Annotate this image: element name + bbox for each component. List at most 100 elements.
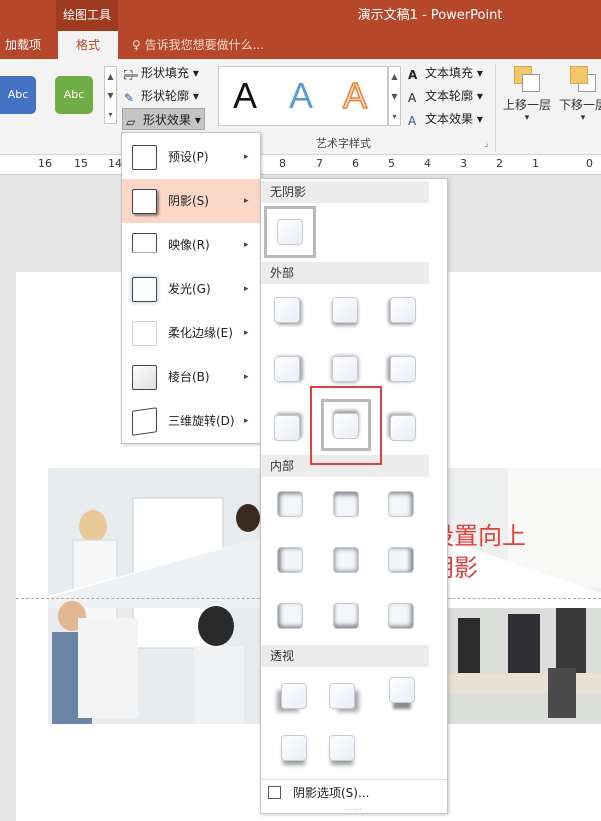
group-divider [495,64,496,152]
menu-item-3d-rotation[interactable]: 三维旋转(D) ▸ [122,399,260,443]
submenu-arrow-icon: ▸ [244,240,249,250]
shape-outline-button[interactable]: ✎ 形状轮廓 ▾ [124,85,199,107]
shape-fill-button[interactable]: ⛶ 形状填充 ▾ [124,62,199,84]
no-shadow-option[interactable] [264,206,316,258]
perspective-shadow-3[interactable] [389,677,415,703]
text-fill-button[interactable]: A 文本填充 ▾ [408,62,483,84]
submenu-arrow-icon: ▸ [244,372,249,382]
tab-format[interactable]: 格式 [58,31,118,59]
inner-shadow-9[interactable] [388,603,414,629]
perspective-shadow-5[interactable] [329,735,355,761]
preset-icon [132,145,157,170]
outer-shadow-5[interactable] [332,356,358,382]
ruler-number: 14 [108,157,122,170]
outer-shadow-3[interactable] [390,297,416,323]
pen-icon: ✎ [124,91,135,105]
shape-effects-menu: 预设(P) ▸ 阴影(S) ▸ 映像(R) ▸ 发光(G) ▸ 柔化边缘(E) … [121,132,261,444]
menu-item-label: 预设(P) [168,150,209,164]
shape-fill-label: 形状填充 [141,66,190,80]
menu-item-shadow[interactable]: 阴影(S) ▸ [122,179,260,223]
perspective-shadow-1[interactable] [281,683,307,709]
slide-photo-right[interactable] [448,468,601,724]
ruler-number: 6 [352,157,359,170]
ruler-number: 4 [424,157,431,170]
expand-icon[interactable]: ▾ [389,107,400,127]
inner-shadow-8[interactable] [333,603,359,629]
shape-style-blue[interactable]: Abc [0,76,36,114]
ruler-number: 8 [279,157,286,170]
perspective-shadow-2[interactable] [329,683,355,709]
text-effects-label: 文本效果 [425,112,474,126]
scroll-down-icon[interactable]: ▼ [105,86,116,105]
ruler-number: 5 [388,157,395,170]
menu-item-label: 阴影(S) [168,194,209,208]
wordart-group-label: 艺术字样式 [316,137,371,150]
bring-forward-button[interactable]: 上移一层 ▾ [497,66,557,134]
shadow-options-icon [268,786,281,799]
outer-shadow-4[interactable] [274,356,300,382]
lightbulb-icon: ♀ [132,38,141,52]
submenu-arrow-icon: ▸ [244,152,249,162]
bring-forward-icon [514,66,540,92]
ruler-number: 0 [586,157,593,170]
inner-shadow-5[interactable] [333,547,359,573]
menu-item-label: 三维旋转(D) [168,414,235,428]
inner-shadow-3[interactable] [388,491,414,517]
section-outer: 外部 [261,262,429,284]
shadow-icon [132,189,157,214]
text-effects-button[interactable]: A 文本效果 ▾ [408,108,483,130]
shape-effects-button[interactable]: ▱ 形状效果 ▾ [122,108,205,130]
meeting-photo-right [448,468,601,724]
outer-shadow-9[interactable] [390,415,416,441]
tell-me-box[interactable]: ♀ 告诉我您想要做什么... [132,31,264,59]
inner-shadow-6[interactable] [388,547,414,573]
inner-shadow-4[interactable] [277,547,303,573]
soft-edges-icon [132,321,157,346]
shape-styles-scroller[interactable]: ▲ ▼ ▾ [104,66,117,124]
horizontal-ruler: 16 15 14 8 7 6 5 4 3 2 1 0 [0,155,601,175]
shape-effects-icon: ▱ [126,115,136,129]
resize-grip-icon[interactable]: ..... [345,803,363,812]
submenu-arrow-icon: ▸ [244,328,249,338]
inner-shadow-1[interactable] [277,491,303,517]
inner-shadow-7[interactable] [277,603,303,629]
menu-item-label: 柔化边缘(E) [168,326,233,340]
ruler-number: 16 [38,157,52,170]
text-effects-icon: A [408,114,417,128]
shape-outline-label: 形状轮廓 [141,89,190,103]
shadow-options-item[interactable]: 阴影选项(S)... [261,779,447,805]
outer-shadow-2[interactable] [332,297,358,323]
inner-shadow-2[interactable] [333,491,359,517]
menu-item-reflection[interactable]: 映像(R) ▸ [122,223,260,267]
outer-shadow-1[interactable] [274,297,300,323]
menu-item-glow[interactable]: 发光(G) ▸ [122,267,260,311]
dialog-launcher-icon[interactable]: ⌟ [484,139,488,149]
wordart-scroller[interactable]: ▲ ▼ ▾ [388,66,401,126]
tell-me-text: 告诉我您想要做什么... [144,38,265,52]
outer-shadow-7[interactable] [274,415,300,441]
menu-item-bevel[interactable]: 棱台(B) ▸ [122,355,260,399]
drawing-tools-label: 绘图工具 [56,0,118,31]
section-perspective: 透视 [261,645,429,667]
perspective-shadow-4[interactable] [281,735,307,761]
highlight-box [310,386,382,465]
wordart-style-orange[interactable]: A [342,74,368,117]
wordart-style-blue[interactable]: A [289,75,313,117]
shadow-swatch [277,219,303,245]
submenu-arrow-icon: ▸ [244,284,249,294]
scroll-up-icon[interactable]: ▲ [389,67,400,87]
send-backward-button[interactable]: 下移一层 ▾ [553,66,601,134]
send-backward-icon [570,66,596,92]
slide-photo-left[interactable] [48,468,260,724]
ruler-number: 15 [74,157,88,170]
outer-shadow-6[interactable] [390,356,416,382]
shape-style-green[interactable]: Abc [55,76,93,114]
tab-addins[interactable]: 加载项 [0,31,46,59]
scroll-down-icon[interactable]: ▼ [389,87,400,107]
scroll-up-icon[interactable]: ▲ [105,67,116,86]
expand-icon[interactable]: ▾ [105,105,116,124]
menu-item-preset[interactable]: 预设(P) ▸ [122,135,260,179]
menu-item-soft-edges[interactable]: 柔化边缘(E) ▸ [122,311,260,355]
text-outline-button[interactable]: A 文本轮廓 ▾ [408,85,483,107]
wordart-style-black[interactable]: A [233,75,257,117]
